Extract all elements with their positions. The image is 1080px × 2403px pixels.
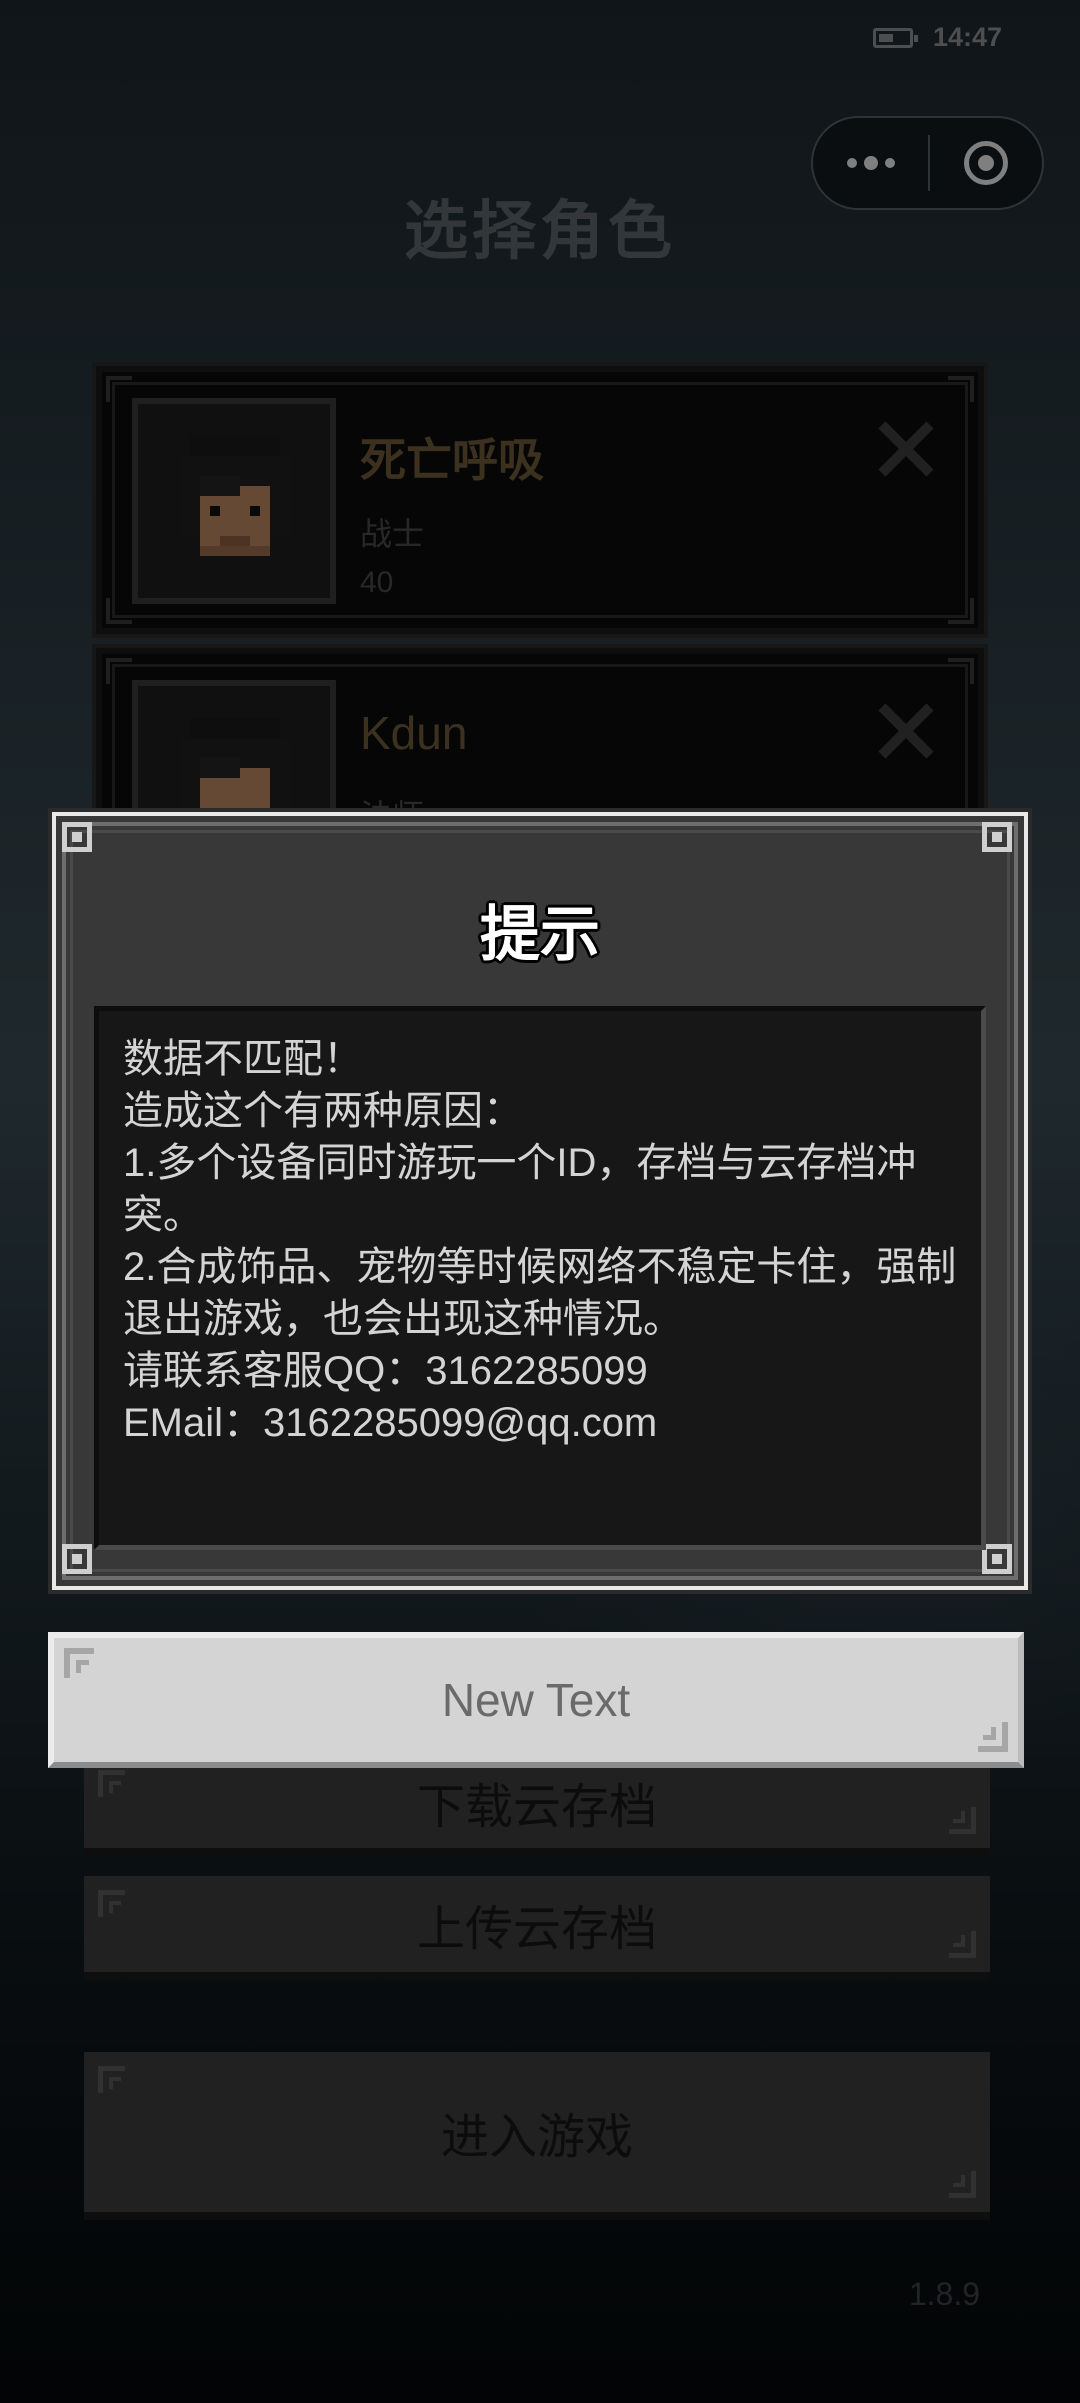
bracket-decoration [64,1648,94,1678]
dialog-message-box: 数据不匹配！ 造成这个有两种原因： 1.多个设备同时游玩一个ID，存档与云存档冲… [94,1006,986,1550]
message-line: EMail：3162285099@qq.com [123,1401,658,1445]
dialog-corner-ornament [982,1544,1018,1580]
dialog-button-label: New Text [441,1674,631,1726]
message-line: 数据不匹配！ [123,1037,363,1081]
dialog-corner-ornament [62,1544,98,1580]
alert-dialog: 提示 数据不匹配！ 造成这个有两种原因： 1.多个设备同时游玩一个ID，存档与云… [52,812,1028,1590]
message-line: 1.多个设备同时游玩一个ID，存档与云存档冲突。 [123,1141,917,1237]
dialog-title: 提示 [480,901,600,968]
dialog-corner-ornament [982,822,1018,858]
message-line: 造成这个有两种原因： [123,1089,523,1133]
bracket-decoration [978,1722,1008,1752]
dialog-corner-ornament [62,822,98,858]
dialog-confirm-button[interactable]: New Text [48,1632,1024,1768]
message-line: 2.合成饰品、宠物等时候网络不稳定卡住，强制退出游戏，也会出现这种情况。 [123,1245,957,1341]
message-line: 请联系客服QQ：3162285099 [123,1349,648,1393]
